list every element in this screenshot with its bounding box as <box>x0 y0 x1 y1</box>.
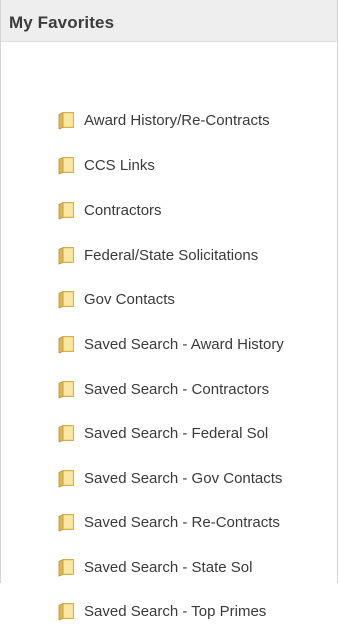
favorite-item[interactable]: Gov Contacts <box>57 286 175 312</box>
folder-icon <box>57 558 84 577</box>
favorite-item[interactable]: Saved Search - Contractors <box>57 376 269 402</box>
favorite-item-label: Saved Search - Re-Contracts <box>84 513 280 531</box>
favorite-item-label: Saved Search - Top Primes <box>84 602 267 620</box>
folder-icon <box>57 290 84 309</box>
favorite-item-label: Award History/Re-Contracts <box>84 111 270 129</box>
favorite-item-label: Saved Search - Federal Sol <box>84 424 269 442</box>
folder-icon <box>57 602 84 621</box>
favorite-item-label: Saved Search - Award History <box>84 335 284 353</box>
folder-icon <box>57 513 84 532</box>
folder-icon <box>57 380 84 399</box>
folder-icon <box>57 111 84 130</box>
favorite-item-label: Contractors <box>84 201 162 219</box>
favorite-item[interactable]: Saved Search - Re-Contracts <box>57 509 280 535</box>
folder-icon <box>57 156 84 175</box>
favorite-item-label: Gov Contacts <box>84 290 175 308</box>
favorite-item[interactable]: Saved Search - Top Primes <box>57 598 266 624</box>
favorite-item-label: CCS Links <box>84 156 155 174</box>
favorite-item-label: Saved Search - Gov Contacts <box>84 469 283 487</box>
folder-icon <box>57 335 84 354</box>
folder-icon <box>57 424 84 443</box>
favorite-item-label: Federal/State Solicitations <box>84 246 259 264</box>
favorite-item-label: Saved Search - State Sol <box>84 558 253 576</box>
favorite-item[interactable]: Saved Search - Federal Sol <box>57 420 268 446</box>
favorite-item[interactable]: Saved Search - State Sol <box>57 554 252 580</box>
panel-title: My Favorites <box>1 0 337 42</box>
folder-icon <box>57 469 84 488</box>
favorite-item[interactable]: Saved Search - Award History <box>57 331 284 357</box>
favorite-item[interactable]: Federal/State Solicitations <box>57 242 258 268</box>
favorites-panel: My Favorites Award History/Re-Contracts … <box>0 0 338 621</box>
folder-icon <box>57 246 84 265</box>
favorite-item[interactable]: CCS Links <box>57 152 155 178</box>
favorite-item[interactable]: Award History/Re-Contracts <box>57 107 270 133</box>
favorite-item[interactable]: Contractors <box>57 197 162 223</box>
folder-icon <box>57 201 84 220</box>
favorite-item-label: Saved Search - Contractors <box>84 380 270 398</box>
favorite-item[interactable]: Saved Search - Gov Contacts <box>57 465 282 491</box>
